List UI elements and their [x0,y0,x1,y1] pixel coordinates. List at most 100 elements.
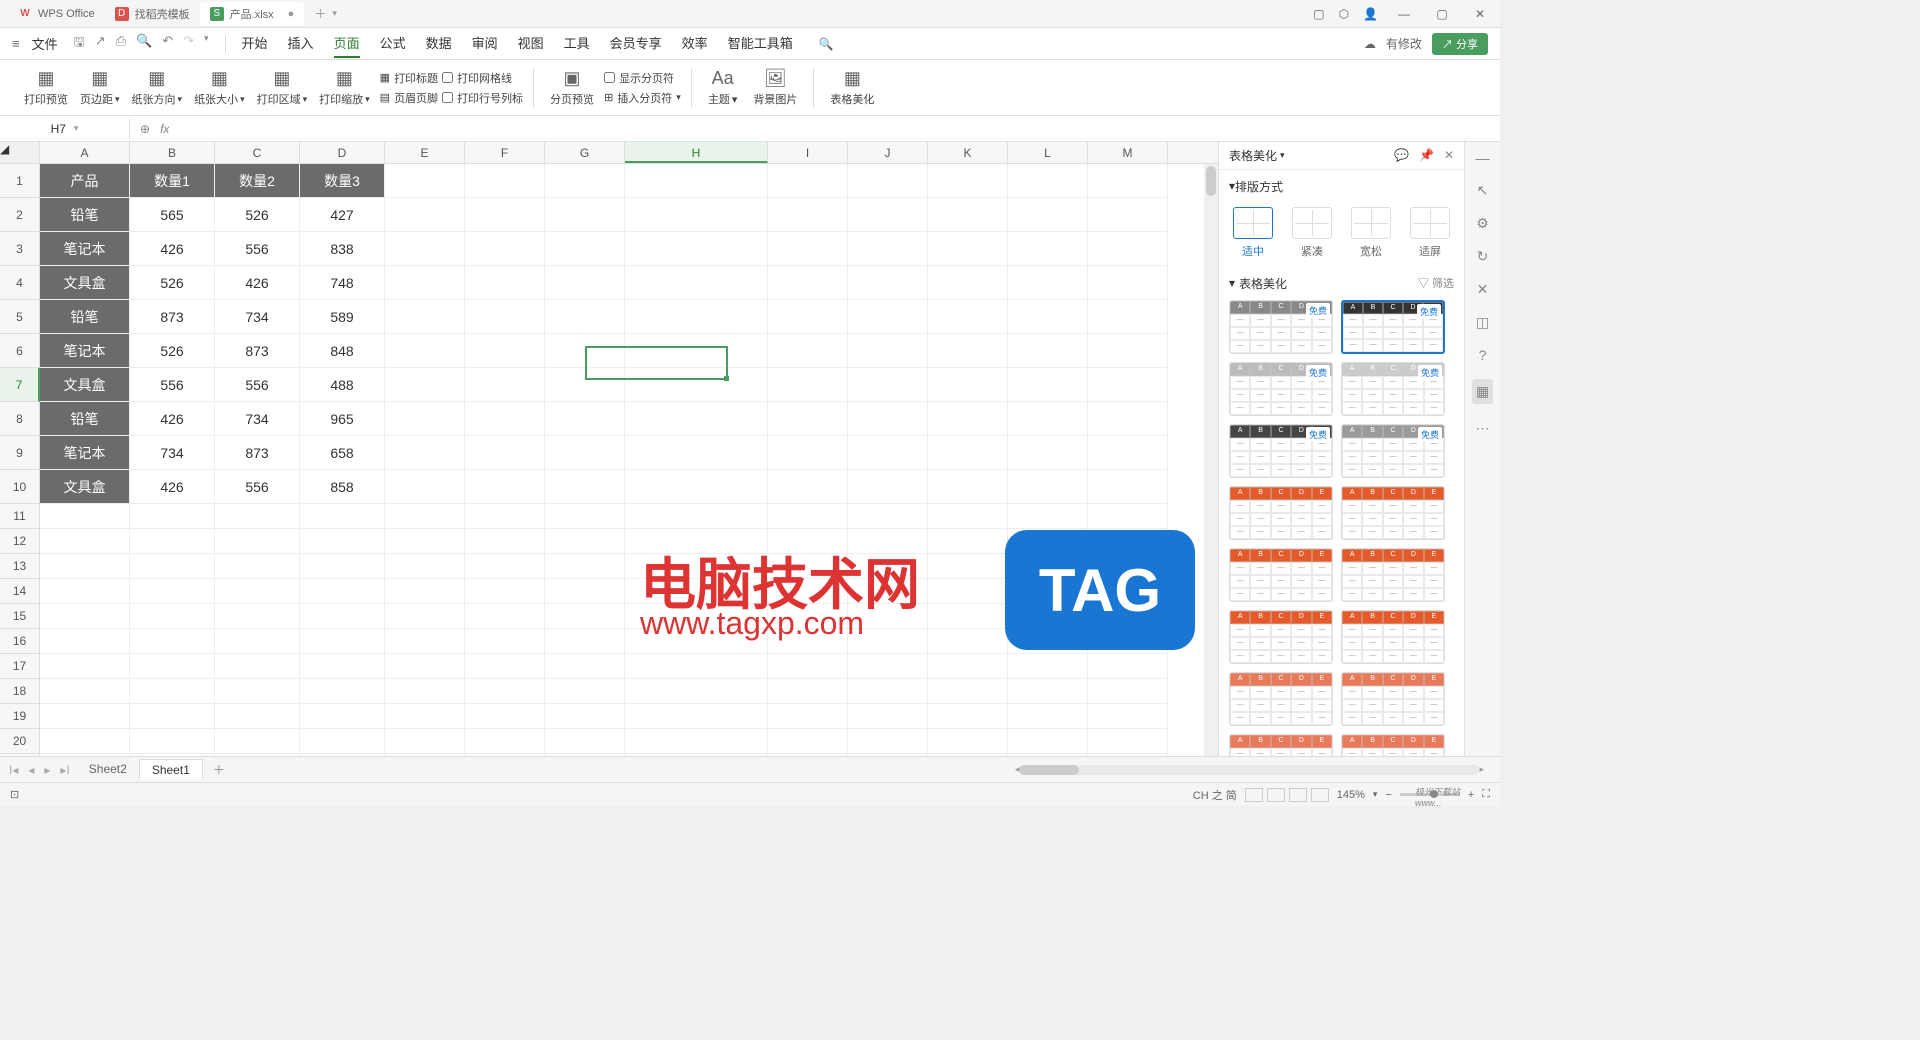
zoom-fx-icon[interactable]: ⊕ [140,122,150,136]
style-thumb-2[interactable]: ABCDE———————————————免费 [1229,362,1333,416]
col-header-B[interactable]: B [130,142,215,163]
cell[interactable] [545,704,625,729]
save-icon[interactable]: 🖫 [74,33,85,55]
cell[interactable] [1008,629,1088,654]
cell[interactable]: 526 [215,198,300,232]
cell[interactable] [385,654,465,679]
cell[interactable] [465,579,545,604]
cell[interactable]: 数量1 [130,164,215,198]
cell[interactable] [465,470,545,504]
fx-icon[interactable]: fx [160,122,169,136]
cell[interactable] [928,164,1008,198]
cell[interactable]: 556 [130,368,215,402]
cell[interactable] [465,504,545,529]
style-thumb-1[interactable]: ABCDE———————————————免费 [1341,300,1445,354]
cell[interactable] [1088,198,1168,232]
cell[interactable] [1088,504,1168,529]
cell[interactable] [928,729,1008,754]
cell[interactable] [1008,402,1088,436]
cell[interactable] [40,604,130,629]
cell[interactable] [768,629,848,654]
cell[interactable] [300,754,385,756]
col-header-I[interactable]: I [768,142,848,163]
style-thumb-10[interactable]: ABCDE——————————————— [1229,610,1333,664]
cell[interactable] [300,554,385,579]
cell[interactable]: 873 [215,436,300,470]
bg-image-button[interactable]: 🖼背景图片 [747,68,803,107]
print-gridlines-checkbox[interactable] [442,72,453,83]
cell[interactable] [40,729,130,754]
cell[interactable] [1088,604,1168,629]
row-header[interactable]: 11 [0,504,40,529]
row-header[interactable]: 21 [0,754,40,756]
cell[interactable]: 文具盒 [40,368,130,402]
cell[interactable] [465,266,545,300]
app-tab[interactable]: D找稻壳模板 [105,2,200,26]
cell[interactable] [848,232,928,266]
menu-tab-10[interactable]: 智能工具箱 [728,29,793,58]
cell[interactable] [215,554,300,579]
app-icon-2[interactable]: ⬡ [1339,7,1349,21]
layout-option-0[interactable]: 适中 [1229,203,1277,263]
cell[interactable] [848,554,928,579]
cell[interactable] [40,504,130,529]
cell[interactable] [385,266,465,300]
cell[interactable] [130,629,215,654]
cell[interactable] [215,579,300,604]
cell[interactable] [848,579,928,604]
cell[interactable] [625,529,768,554]
cell[interactable] [1088,334,1168,368]
cell[interactable] [1088,470,1168,504]
cell[interactable] [768,368,848,402]
ribbon-item-2[interactable]: ▦纸张方向 ▾ [126,68,189,107]
cell[interactable] [928,334,1008,368]
cell[interactable] [1008,654,1088,679]
cell[interactable] [848,679,928,704]
cell[interactable]: 产品 [40,164,130,198]
cell[interactable] [1088,368,1168,402]
cell[interactable] [300,729,385,754]
row-header[interactable]: 19 [0,704,40,729]
cell[interactable]: 铅笔 [40,198,130,232]
cell[interactable] [848,164,928,198]
sheet-tab-Sheet1[interactable]: Sheet1 [139,759,203,780]
show-pagebreak-checkbox[interactable] [604,72,615,83]
cell[interactable]: 848 [300,334,385,368]
cell[interactable] [928,529,1008,554]
cell[interactable] [465,232,545,266]
cell[interactable] [768,334,848,368]
cell[interactable] [768,654,848,679]
cell[interactable] [300,704,385,729]
cell[interactable] [545,470,625,504]
cell[interactable] [465,654,545,679]
cell[interactable] [385,334,465,368]
style-thumb-13[interactable]: ABCDE——————————————— [1341,672,1445,726]
collapse-icon[interactable]: — [1476,150,1490,166]
cell[interactable] [465,604,545,629]
theme-button[interactable]: Aa主题 ▾ [702,68,744,107]
close-button[interactable]: ✕ [1468,7,1492,21]
horizontal-scrollbar[interactable]: ◂ ▸ [1015,764,1484,775]
cell[interactable]: 笔记本 [40,334,130,368]
cell[interactable] [1008,604,1088,629]
cell[interactable] [848,266,928,300]
cell[interactable] [545,164,625,198]
cell[interactable] [1008,579,1088,604]
tab-dropdown-icon[interactable]: ▾ [332,8,337,19]
cell[interactable] [545,604,625,629]
cell[interactable]: 734 [215,402,300,436]
cell[interactable]: 748 [300,266,385,300]
cell[interactable]: 426 [130,402,215,436]
cell[interactable]: 笔记本 [40,232,130,266]
cell[interactable] [385,504,465,529]
cell[interactable] [768,679,848,704]
col-header-G[interactable]: G [545,142,625,163]
cell[interactable]: 565 [130,198,215,232]
sheet-tab-Sheet2[interactable]: Sheet2 [77,759,139,780]
cell[interactable] [1088,654,1168,679]
more-icon[interactable]: ⋯ [1476,420,1490,437]
row-header[interactable]: 15 [0,604,40,629]
cell[interactable] [1008,266,1088,300]
cell[interactable] [928,554,1008,579]
style-thumb-11[interactable]: ABCDE——————————————— [1341,610,1445,664]
